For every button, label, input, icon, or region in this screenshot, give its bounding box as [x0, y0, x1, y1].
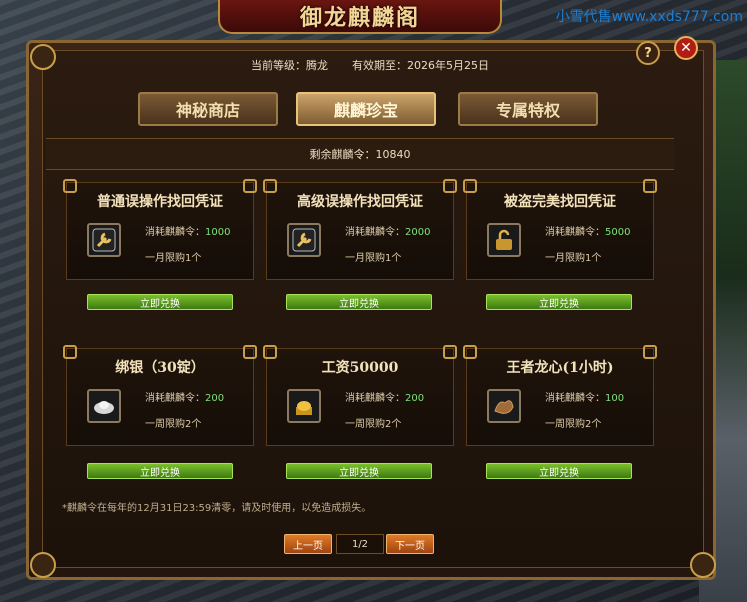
- current-level: 当前等级：腾龙: [251, 59, 328, 72]
- redeem-button[interactable]: 立即兑换: [286, 294, 432, 310]
- status-bar: 当前等级：腾龙 有效期至：2026年5月25日: [60, 57, 680, 77]
- watermark-text: 小雪代售www.xxds777.com: [555, 9, 743, 25]
- reset-notice: *麒麟令在每年的12月31日23:59清零，请及时使用，以免造成损失。: [62, 503, 372, 514]
- item-title: 工资50000: [321, 360, 399, 376]
- item-title: 高级误操作找回凭证: [297, 194, 423, 210]
- redeem-button[interactable]: 立即兑换: [486, 463, 632, 479]
- item-card: 王者龙心(1小时) 消耗麒麟令：100 一周限购2个: [463, 345, 657, 446]
- close-icon: ✕: [680, 40, 692, 56]
- item-title: 王者龙心(1小时): [506, 360, 614, 376]
- item-title: 绑银（30锭）: [115, 360, 205, 376]
- corner-ornament: [30, 552, 56, 578]
- item-limit: 一周限购2个: [345, 419, 402, 430]
- item-cost: 消耗麒麟令：2000: [345, 227, 431, 238]
- wrench-icon: [287, 223, 321, 257]
- expiry-date: 有效期至：2026年5月25日: [352, 59, 489, 72]
- window-title: 御龙麒麟阁: [299, 5, 420, 31]
- window-title-banner: 御龙麒麟阁: [218, 0, 502, 34]
- item-title: 普通误操作找回凭证: [97, 194, 223, 210]
- gold-ingot-icon: [287, 389, 321, 423]
- item-cost: 消耗麒麟令：200: [345, 393, 425, 404]
- item-limit: 一周限购2个: [545, 419, 602, 430]
- item-card: 绑银（30锭） 消耗麒麟令：200 一周限购2个: [63, 345, 257, 446]
- prev-page-button[interactable]: 上一页: [284, 534, 332, 554]
- item-cost: 消耗麒麟令：5000: [545, 227, 631, 238]
- tab-exclusive-privilege[interactable]: 专属特权: [458, 92, 598, 126]
- redeem-button[interactable]: 立即兑换: [87, 463, 233, 479]
- dragon-heart-icon: [487, 389, 521, 423]
- corner-ornament: [30, 44, 56, 70]
- corner-ornament: [690, 552, 716, 578]
- next-page-button[interactable]: 下一页: [386, 534, 434, 554]
- tab-bar: 神秘商店 麒麟珍宝 专属特权: [126, 92, 606, 128]
- item-limit: 一月限购1个: [545, 253, 602, 264]
- item-card: 普通误操作找回凭证 消耗麒麟令：1000 一月限购1个: [63, 179, 257, 280]
- item-limit: 一月限购1个: [145, 253, 202, 264]
- remaining-tokens: 剩余麒麟令：10840: [46, 138, 674, 170]
- item-limit: 一月限购1个: [345, 253, 402, 264]
- item-card: 工资50000 消耗麒麟令：200 一周限购2个: [263, 345, 457, 446]
- item-cost: 消耗麒麟令：200: [145, 393, 225, 404]
- redeem-button[interactable]: 立即兑换: [87, 294, 233, 310]
- item-card: 高级误操作找回凭证 消耗麒麟令：2000 一月限购1个: [263, 179, 457, 280]
- redeem-button[interactable]: 立即兑换: [486, 294, 632, 310]
- lock-icon: [487, 223, 521, 257]
- wrench-icon: [87, 223, 121, 257]
- tab-qilin-treasure[interactable]: 麒麟珍宝: [296, 92, 436, 126]
- item-limit: 一周限购2个: [145, 419, 202, 430]
- item-title: 被盗完美找回凭证: [504, 194, 616, 210]
- page-indicator: 1/2: [336, 534, 384, 554]
- item-cost: 消耗麒麟令：1000: [145, 227, 231, 238]
- remaining-tokens-text: 剩余麒麟令：10840: [309, 148, 411, 161]
- tab-mystery-shop[interactable]: 神秘商店: [138, 92, 278, 126]
- redeem-button[interactable]: 立即兑换: [286, 463, 432, 479]
- item-card: 被盗完美找回凭证 消耗麒麟令：5000 一月限购1个: [463, 179, 657, 280]
- item-cost: 消耗麒麟令：100: [545, 393, 625, 404]
- silver-ingot-icon: [87, 389, 121, 423]
